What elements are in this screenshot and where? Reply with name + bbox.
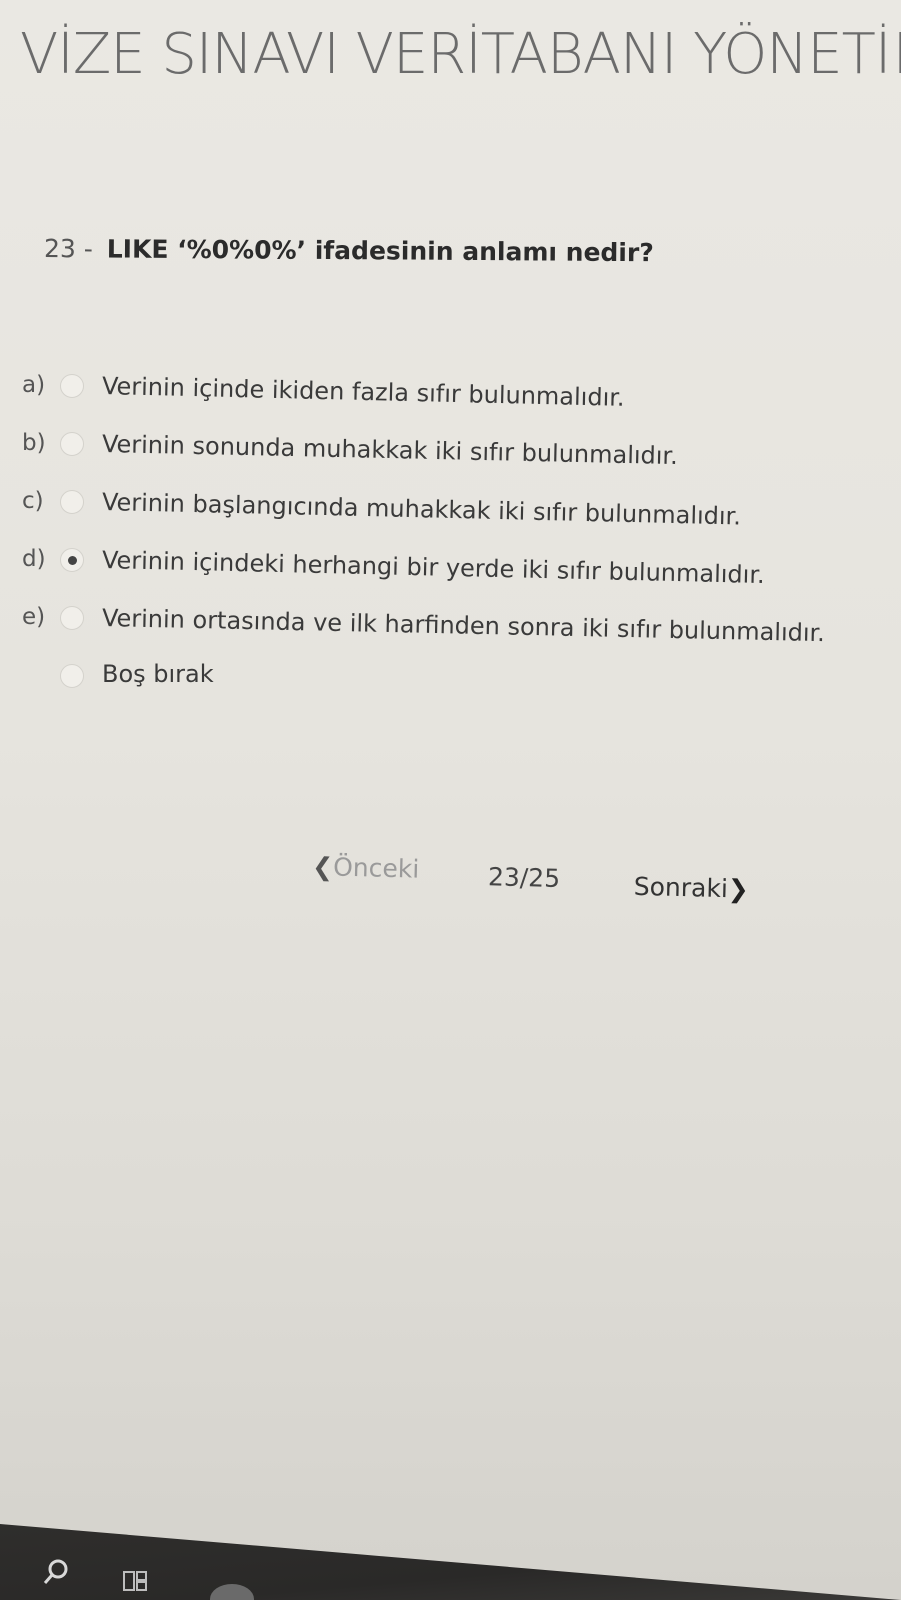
previous-button[interactable]: ❮Önceki [312,852,420,884]
option-radio[interactable] [60,490,84,514]
exam-page: VİZE SINAVI VERİTABANI YÖNETİM 23 - LIKE … [0,0,901,1600]
question: 23 - LIKE ‘%0%0%’ ifadesinin anlamı nedir… [44,234,654,267]
answer-options: a) Verinin içinde ikiden fazla sıfır bul… [22,368,901,716]
question-text: LIKE ‘%0%0%’ ifadesinin anlamı nedir? [106,234,654,268]
question-number: 23 - [43,234,93,264]
page-indicator: 23/25 [487,862,561,894]
option-letter: b) [22,430,46,456]
search-icon[interactable] [40,1556,72,1588]
pagination: ❮Önceki 23/25 Sonraki❯ [311,852,782,911]
option-label[interactable]: Verinin başlangıcında muhakkak iki sıfır… [102,488,742,530]
option-leave-blank[interactable]: Boş bırak [22,658,901,716]
option-label[interactable]: Verinin sonunda muhakkak iki sıfır bulun… [102,430,678,470]
option-label[interactable]: Verinin içinde ikiden fazla sıfır bulunm… [102,372,625,412]
option-label[interactable]: Verinin içindeki herhangi bir yerde iki … [102,546,765,589]
previous-label: Önceki [332,852,420,884]
option-label[interactable]: Verinin ortasında ve ilk harfinden sonra… [102,604,825,647]
option-letter: c) [22,488,44,514]
option-d[interactable]: d) Verinin içindeki herhangi bir yerde i… [22,542,901,600]
option-letter: a) [22,372,46,398]
option-label[interactable]: Boş bırak [102,660,214,688]
next-button[interactable]: Sonraki❯ [633,872,749,904]
option-radio[interactable] [60,374,84,398]
chevron-left-icon: ❮ [311,852,334,882]
option-b[interactable]: b) Verinin sonunda muhakkak iki sıfır bu… [22,426,901,484]
chevron-right-icon: ❯ [727,874,750,904]
option-radio[interactable] [60,432,84,456]
next-label: Sonraki [633,871,729,904]
option-radio-selected[interactable] [60,548,84,572]
option-radio[interactable] [60,664,84,688]
option-c[interactable]: c) Verinin başlangıcında muhakkak iki sı… [22,484,901,542]
option-a[interactable]: a) Verinin içinde ikiden fazla sıfır bul… [22,368,901,426]
option-e[interactable]: e) Verinin ortasında ve ilk harfinden so… [22,600,901,658]
task-view-icon[interactable] [120,1568,150,1594]
option-radio[interactable] [60,606,84,630]
option-letter: e) [22,604,46,630]
exam-title: VİZE SINAVI VERİTABANI YÖNETİM [20,22,901,87]
option-letter: d) [22,546,46,572]
